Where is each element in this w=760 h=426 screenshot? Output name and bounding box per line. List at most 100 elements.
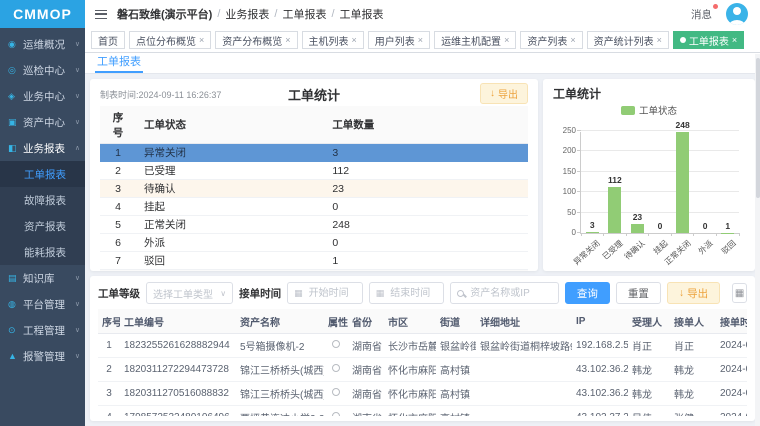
- stats-row[interactable]: 5正常关闭248: [100, 216, 528, 234]
- tab-close-icon[interactable]: ×: [285, 35, 290, 45]
- x-axis-tick: [603, 233, 604, 236]
- tab-close-icon[interactable]: ×: [199, 35, 204, 45]
- messages-link[interactable]: 消息: [691, 7, 712, 22]
- orders-table: 序号工单编号资产名称属性省份市区街道详细地址IP受理人接单人接单时间118232…: [98, 309, 747, 416]
- top-row: 制表时间:2024-09-11 16:26:37 工单统计 ↓导出 序号工单状态…: [90, 79, 755, 271]
- chart-legend[interactable]: 工单状态: [553, 103, 745, 117]
- start-time-field[interactable]: [307, 287, 356, 300]
- export-orders-button[interactable]: ↓导出: [667, 282, 720, 304]
- avatar[interactable]: [726, 3, 748, 25]
- view-tab[interactable]: 点位分布概览×: [129, 31, 211, 49]
- order-row[interactable]: 31820311270516088832锦江三桥桥头(城西) 1..湖南省怀化市…: [98, 382, 747, 406]
- page-scrollbar[interactable]: [755, 54, 760, 426]
- tab-work-order-report[interactable]: 工单报表: [95, 51, 143, 73]
- stats-header-cell: 序号: [100, 106, 136, 144]
- sidebar-subitem-能耗报表[interactable]: 能耗报表: [0, 239, 85, 265]
- stats-cell: 23: [324, 180, 528, 198]
- view-tab[interactable]: 资产分布概览×: [215, 31, 297, 49]
- view-tab[interactable]: 用户列表×: [368, 31, 430, 49]
- legend-swatch-icon: [621, 106, 635, 115]
- order-cell: 怀化市麻阳..: [384, 358, 436, 382]
- view-tab[interactable]: 运维主机配置×: [434, 31, 516, 49]
- x-axis-tick: [648, 233, 649, 236]
- work-order-stats-table: 序号工单状态工单数量1异常关闭32已受理1123待确认234挂起05正常关闭24…: [100, 106, 528, 271]
- stats-cell: 外派: [136, 234, 324, 252]
- sidebar-item-业务中心[interactable]: ◈业务中心∨: [0, 83, 85, 109]
- view-tab[interactable]: 资产列表×: [520, 31, 582, 49]
- sidebar-item-资产中心[interactable]: ▣资产中心∨: [0, 109, 85, 135]
- view-tab[interactable]: 资产统计列表×: [587, 31, 669, 49]
- sidebar-item-label: 工程管理: [23, 323, 75, 338]
- order-cell: 张健: [670, 406, 716, 417]
- orders-header-cell: 详细地址: [476, 309, 572, 334]
- menu-fold-icon[interactable]: [95, 10, 107, 19]
- attribute-status-icon: [332, 340, 340, 348]
- query-button[interactable]: 查询: [565, 282, 610, 304]
- breadcrumb-item[interactable]: 工单报表: [340, 6, 384, 22]
- export-button[interactable]: ↓导出: [480, 83, 528, 104]
- tab-close-icon[interactable]: ×: [657, 35, 662, 45]
- stats-row[interactable]: 7驳回1: [100, 252, 528, 270]
- tab-close-icon[interactable]: ×: [504, 35, 509, 45]
- tab-close-icon[interactable]: ×: [732, 35, 737, 45]
- breadcrumb-item[interactable]: 工单报表: [282, 6, 326, 22]
- sidebar-item-业务报表[interactable]: ◧业务报表∧: [0, 135, 85, 161]
- sidebar-subitem-资产报表[interactable]: 资产报表: [0, 213, 85, 239]
- app-logo[interactable]: CMMOP: [0, 0, 85, 28]
- tab-close-icon[interactable]: ×: [570, 35, 575, 45]
- order-cell: 锦江三桥桥头(城西) 1..: [236, 382, 324, 406]
- column-settings-icon[interactable]: ▦: [732, 283, 747, 303]
- order-row[interactable]: 21820311272294473728锦江三桥桥头(城西)2-..湖南省怀化市…: [98, 358, 747, 382]
- view-tab[interactable]: 主机列表×: [302, 31, 364, 49]
- bar-value-label: 248: [676, 120, 690, 130]
- sidebar-subitem-故障报表[interactable]: 故障报表: [0, 187, 85, 213]
- orders-header-cell: 接单时间: [716, 309, 747, 334]
- work-order-stats-card: 制表时间:2024-09-11 16:26:37 工单统计 ↓导出 序号工单状态…: [90, 79, 538, 271]
- order-cell: 肖正: [670, 334, 716, 358]
- end-time-input[interactable]: ▦: [369, 282, 445, 304]
- order-type-select[interactable]: 选择工单类型 ∨: [146, 282, 233, 304]
- sidebar-subitem-工单报表[interactable]: 工单报表: [0, 161, 85, 187]
- breadcrumb-item[interactable]: 磐石致维(演示平台): [117, 6, 212, 22]
- active-tab-dot-icon: [680, 37, 686, 43]
- stats-row[interactable]: 1异常关闭3: [100, 144, 528, 162]
- sidebar-item-报警管理[interactable]: ▲报警管理∨: [0, 343, 85, 369]
- tab-close-icon[interactable]: ×: [418, 35, 423, 45]
- start-time-input[interactable]: ▦: [287, 282, 363, 304]
- main-area: 磐石致维(演示平台)/业务报表/工单报表/工单报表 消息 首页点位分布概览×资产…: [85, 0, 760, 426]
- view-tab-label: 主机列表: [309, 33, 349, 48]
- asset-search-field[interactable]: [468, 287, 552, 300]
- breadcrumb-item[interactable]: 业务报表: [225, 6, 269, 22]
- bar-slot: 3: [581, 132, 604, 233]
- order-cell: 怀化市麻阳..: [384, 406, 436, 417]
- stats-row[interactable]: 2已受理112: [100, 162, 528, 180]
- bar-value-label: 0: [658, 221, 663, 231]
- view-tab-label: 资产统计列表: [594, 33, 654, 48]
- asset-search-input[interactable]: [450, 282, 559, 304]
- stats-row[interactable]: 3待确认23: [100, 180, 528, 198]
- sidebar-item-工程管理[interactable]: ⊙工程管理∨: [0, 317, 85, 343]
- view-tab-label: 资产列表: [527, 33, 567, 48]
- stats-row[interactable]: 4挂起0: [100, 198, 528, 216]
- bar-value-label: 0: [703, 221, 708, 231]
- orders-header-cell: 属性: [324, 309, 348, 334]
- sidebar-item-运维概况[interactable]: ◉运维概况∨: [0, 31, 85, 57]
- scrollbar-thumb[interactable]: [756, 58, 760, 198]
- reset-button[interactable]: 重置: [616, 282, 661, 304]
- sidebar-item-巡检中心[interactable]: ◎巡检中心∨: [0, 57, 85, 83]
- sidebar-item-平台管理[interactable]: ◍平台管理∨: [0, 291, 85, 317]
- orders-header-cell: 接单人: [670, 309, 716, 334]
- breadcrumb-separator: /: [217, 8, 220, 20]
- tab-close-icon[interactable]: ×: [352, 35, 357, 45]
- sidebar-item-label: 资产中心: [23, 115, 75, 130]
- view-tab[interactable]: 工单报表×: [673, 31, 744, 49]
- stats-cell: 6: [100, 234, 136, 252]
- stats-row[interactable]: 6外派0: [100, 234, 528, 252]
- order-row[interactable]: 41798572532480106496栗坪黄连冲小学2-2022R湖南省怀化市…: [98, 406, 747, 417]
- alarm-icon: ▲: [8, 351, 19, 361]
- end-time-field[interactable]: [388, 287, 437, 300]
- sidebar-item-知识库[interactable]: ▤知识库∨: [0, 265, 85, 291]
- order-cell: 1798572532480106496: [120, 406, 236, 417]
- view-tab[interactable]: 首页: [91, 31, 125, 49]
- order-row[interactable]: 118232552616288829445号箱摄像机-2湖南省长沙市岳麓区银盆岭…: [98, 334, 747, 358]
